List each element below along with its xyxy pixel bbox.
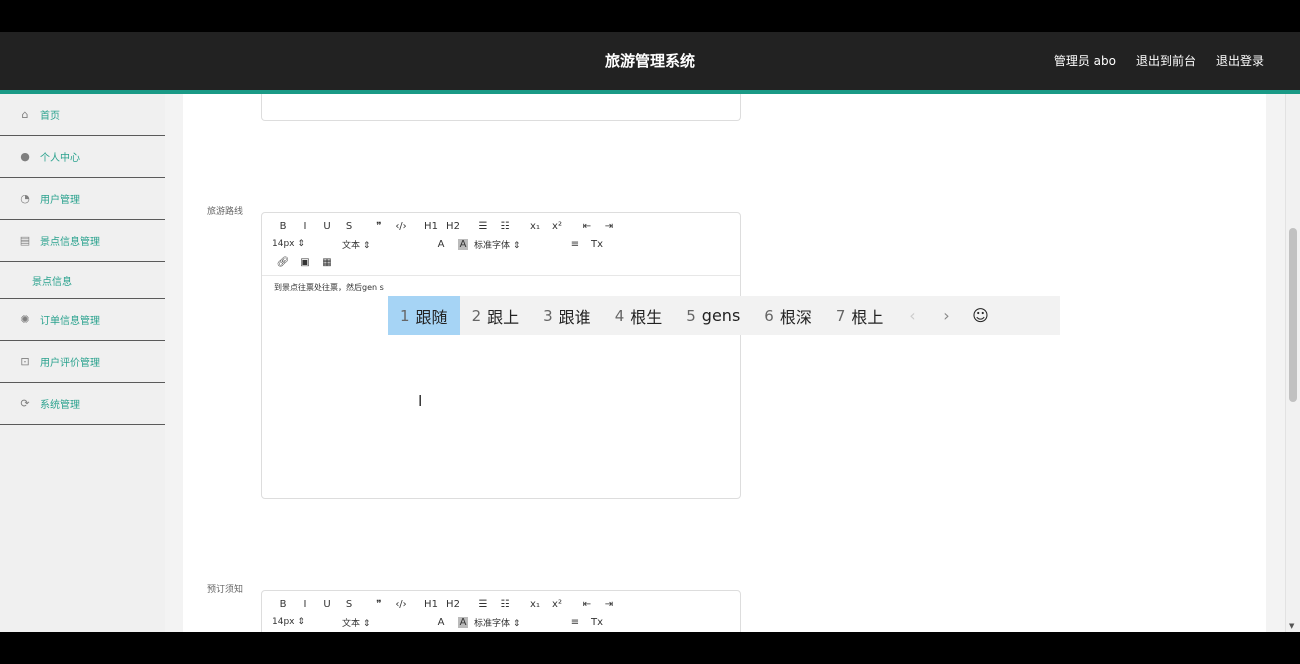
font-color-icon[interactable]: A <box>430 617 452 628</box>
align-icon[interactable]: ≡ <box>564 617 586 628</box>
header-links: 管理员 abo 退出到前台 退出登录 <box>1054 52 1264 69</box>
sidebar-item-label: 景点信息管理 <box>40 237 100 248</box>
sidebar-item-label: 个人中心 <box>40 153 80 164</box>
route-editor-toolbar: B I U S ❞ ‹/› H1 H2 ☰ ☷ x₁ x² ⇤ ⇥ 14px ⇕… <box>262 213 740 276</box>
header-style-select[interactable]: 文本 ⇕ <box>342 238 430 251</box>
top-letterbox <box>0 0 1300 32</box>
bottom-letterbox <box>0 632 1300 664</box>
subscript-button[interactable]: x₁ <box>524 599 546 610</box>
ime-candidate[interactable]: 6 根深 <box>752 296 824 335</box>
underline-button[interactable]: U <box>316 221 338 232</box>
sidebar-item-home[interactable]: ⌂ 首页 <box>0 94 165 136</box>
video-icon[interactable]: ▦ <box>316 257 338 268</box>
bold-button[interactable]: B <box>272 599 294 610</box>
list-icon: ▤ <box>19 234 31 247</box>
superscript-button[interactable]: x² <box>546 221 568 232</box>
route-label: 旅游路线 <box>207 207 244 217</box>
sidebar-item-spots[interactable]: ▤ 景点信息管理 <box>0 220 165 262</box>
ime-candidate[interactable]: 5 gens <box>674 296 752 335</box>
indent-button[interactable]: ⇥ <box>598 221 620 232</box>
sidebar-item-label: 用户管理 <box>40 195 80 206</box>
superscript-button[interactable]: x² <box>546 599 568 610</box>
subscript-button[interactable]: x₁ <box>524 221 546 232</box>
ime-candidate[interactable]: 7 根上 <box>824 296 896 335</box>
sidebar-item-label: 用户评价管理 <box>40 358 100 369</box>
sidebar-item-system[interactable]: ⟳ 系统管理 <box>0 383 165 425</box>
ime-next-icon[interactable]: › <box>929 306 963 325</box>
italic-button[interactable]: I <box>294 221 316 232</box>
strike-button[interactable]: S <box>338 221 360 232</box>
users-icon: ◔ <box>20 192 30 205</box>
background-color-icon[interactable]: A <box>458 616 468 628</box>
font-family-select[interactable]: 标准字体 ⇕ <box>474 238 564 251</box>
sidebar-item-reviews[interactable]: ⊡ 用户评价管理 <box>0 341 165 383</box>
scroll-down-arrow-icon[interactable]: ▼ <box>1289 622 1294 630</box>
page-scrollbar[interactable]: ▼ <box>1285 94 1300 632</box>
bullet-list-button[interactable]: ☷ <box>494 221 516 232</box>
ime-candidate[interactable]: 4 根生 <box>603 296 675 335</box>
ime-prev-icon[interactable]: ‹ <box>895 306 929 325</box>
outdent-button[interactable]: ⇤ <box>576 599 598 610</box>
underline-button[interactable]: U <box>316 599 338 610</box>
previous-editor-bottom[interactable] <box>261 94 741 121</box>
admin-user-link[interactable]: 管理员 abo <box>1054 52 1116 69</box>
main-content: 旅游路线 B I U S ❞ ‹/› H1 H2 ☰ ☷ x₁ x² ⇤ ⇥ 1… <box>183 94 1266 632</box>
app-header: 旅游管理系统 管理员 abo 退出到前台 退出登录 <box>0 32 1300 90</box>
sidebar: ⌂ 首页 ● 个人中心 ◔ 用户管理 ▤ 景点信息管理 景点信息 ✺ 订单信息管… <box>0 94 165 632</box>
h1-button[interactable]: H1 <box>420 221 442 232</box>
h2-button[interactable]: H2 <box>442 599 464 610</box>
notice-editor-toolbar: B I U S ❞ ‹/› H1 H2 ☰ ☷ x₁ x² ⇤ ⇥ 14px ⇕… <box>262 591 740 632</box>
bullet-list-button[interactable]: ☷ <box>494 599 516 610</box>
code-button[interactable]: ‹/› <box>390 221 412 232</box>
settings-icon: ✺ <box>20 313 30 326</box>
scrollbar-thumb[interactable] <box>1289 228 1297 402</box>
ime-candidate[interactable]: 1 跟随 <box>388 296 460 335</box>
ime-candidate[interactable]: 3 跟谁 <box>531 296 603 335</box>
header-style-select[interactable]: 文本 ⇕ <box>342 616 430 629</box>
route-editor[interactable]: B I U S ❞ ‹/› H1 H2 ☰ ☷ x₁ x² ⇤ ⇥ 14px ⇕… <box>261 212 741 499</box>
gear-icon: ⟳ <box>20 397 30 410</box>
quote-button[interactable]: ❞ <box>368 221 390 232</box>
page-body: ⌂ 首页 ● 个人中心 ◔ 用户管理 ▤ 景点信息管理 景点信息 ✺ 订单信息管… <box>0 94 1300 632</box>
user-icon: ● <box>20 150 30 163</box>
sidebar-item-users[interactable]: ◔ 用户管理 <box>0 178 165 220</box>
link-icon[interactable]: 🔗︎ <box>272 257 294 268</box>
image-icon[interactable]: ▣ <box>294 257 316 268</box>
align-icon[interactable]: ≡ <box>564 239 586 250</box>
sidebar-item-label: 首页 <box>40 111 60 122</box>
font-color-icon[interactable]: A <box>430 239 452 250</box>
font-size-select[interactable]: 14px ⇕ <box>272 617 342 627</box>
bold-button[interactable]: B <box>272 221 294 232</box>
emoji-icon[interactable]: ☺ <box>963 306 997 325</box>
ordered-list-button[interactable]: ☰ <box>472 221 494 232</box>
go-frontend-link[interactable]: 退出到前台 <box>1136 52 1196 69</box>
notice-label: 预订须知 <box>207 585 244 595</box>
font-size-select[interactable]: 14px ⇕ <box>272 239 342 249</box>
sidebar-subitem-spot-info[interactable]: 景点信息 <box>0 262 165 299</box>
sidebar-item-profile[interactable]: ● 个人中心 <box>0 136 165 178</box>
background-color-icon[interactable]: A <box>458 238 468 250</box>
quote-button[interactable]: ❞ <box>368 599 390 610</box>
ordered-list-button[interactable]: ☰ <box>472 599 494 610</box>
sidebar-item-orders[interactable]: ✺ 订单信息管理 <box>0 299 165 341</box>
clear-format-icon[interactable]: Tx <box>586 239 608 250</box>
sidebar-item-label: 订单信息管理 <box>40 316 100 327</box>
sidebar-item-label: 系统管理 <box>40 400 80 411</box>
cart-icon: ⊡ <box>20 355 30 368</box>
outdent-button[interactable]: ⇤ <box>576 221 598 232</box>
logout-link[interactable]: 退出登录 <box>1216 52 1264 69</box>
ime-candidate[interactable]: 2 跟上 <box>460 296 532 335</box>
font-family-select[interactable]: 标准字体 ⇕ <box>474 616 564 629</box>
home-icon: ⌂ <box>21 108 29 121</box>
code-button[interactable]: ‹/› <box>390 599 412 610</box>
text-cursor-icon: I <box>418 392 423 410</box>
strike-button[interactable]: S <box>338 599 360 610</box>
h2-button[interactable]: H2 <box>442 221 464 232</box>
notice-editor[interactable]: B I U S ❞ ‹/› H1 H2 ☰ ☷ x₁ x² ⇤ ⇥ 14px ⇕… <box>261 590 741 632</box>
indent-button[interactable]: ⇥ <box>598 599 620 610</box>
italic-button[interactable]: I <box>294 599 316 610</box>
clear-format-icon[interactable]: Tx <box>586 617 608 628</box>
h1-button[interactable]: H1 <box>420 599 442 610</box>
ime-candidate-bar: 1 跟随 2 跟上 3 跟谁 4 根生 5 gens 6 根深 7 根上 ‹ › ☺ <box>388 296 1060 335</box>
